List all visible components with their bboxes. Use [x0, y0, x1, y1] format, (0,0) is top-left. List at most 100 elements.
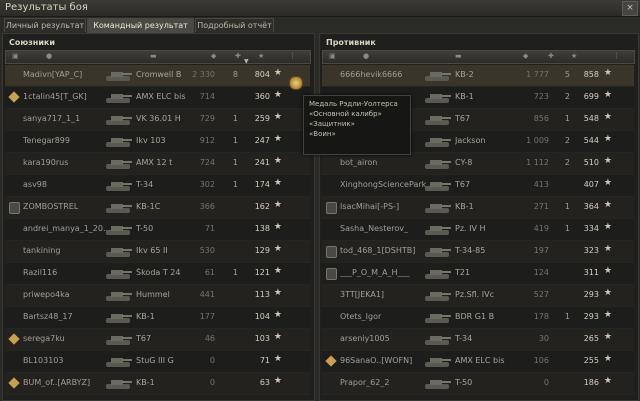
player-row[interactable]: IsacMihai[-PS-] KB-1 271 1 364 ★ — [322, 197, 634, 219]
damage-column-icon[interactable]: ◆ — [211, 52, 216, 60]
player-row[interactable]: 3TT[JEKA1] Pz.Sfl. IVc 527 293 ★ — [322, 285, 634, 307]
player-row[interactable]: sanya717_1_1 VK 36.01 H 729 1 259 ★ — [5, 109, 310, 131]
star-icon: ★ — [603, 68, 612, 78]
player-row[interactable]: Prapor_62_2 T-50 0 186 ★ — [322, 373, 634, 395]
platoon-column-icon[interactable]: ▣ — [329, 52, 336, 60]
kills-column-icon[interactable]: ✚ — [548, 52, 554, 60]
xp-value: 699 — [583, 92, 599, 101]
damage-value: 724 — [199, 158, 215, 167]
tank-column-icon[interactable]: ▬ — [150, 52, 157, 60]
xp-column-icon[interactable]: ★ — [571, 52, 577, 60]
tab-personal-result[interactable]: Личный результат — [4, 18, 86, 32]
star-icon: ★ — [273, 134, 282, 144]
tank-name: T67 — [136, 334, 152, 343]
player-row[interactable]: arseniy1005 T-34 30 265 ★ — [322, 329, 634, 351]
tank-icon — [103, 156, 133, 171]
star-icon: ★ — [273, 68, 282, 78]
tank-name: StuG III G — [136, 356, 174, 365]
player-row[interactable]: 6666hevik6666 KB-2 1 777 5 858 ★ — [322, 65, 634, 87]
player-row[interactable]: Sasha_Nesterov_ Pz. IV H 419 1 334 ★ — [322, 219, 634, 241]
player-row[interactable]: ZOMBOSTREL KB-1C 366 162 ★ — [5, 197, 310, 219]
player-column-icon[interactable]: ● — [363, 52, 369, 60]
player-name: BL103103 — [23, 356, 64, 365]
player-row[interactable]: kara190rus AMX 12 t 724 1 241 ★ — [5, 153, 310, 175]
player-row[interactable]: Tenegar899 Ikv 103 912 1 247 ★ — [5, 131, 310, 153]
star-icon: ★ — [603, 90, 612, 100]
tank-icon — [422, 244, 452, 259]
kills-value: 1 — [232, 180, 238, 189]
player-row[interactable]: XinghongSciencePark T67 413 407 ★ — [322, 175, 634, 197]
damage-value: 366 — [199, 202, 215, 211]
player-row[interactable]: andrei_manya_1_20.. T-50 71 138 ★ — [5, 219, 310, 241]
player-row[interactable]: BL103103 StuG III G 0 71 ★ — [5, 351, 310, 373]
player-row[interactable]: tankining Ikv 65 II 530 129 ★ — [5, 241, 310, 263]
platoon-column-icon[interactable]: ▣ — [12, 52, 19, 60]
player-row[interactable]: priwepo4ka Hummel 441 113 ★ — [5, 285, 310, 307]
tank-icon — [422, 200, 452, 215]
player-column-icon[interactable]: ● — [46, 52, 52, 60]
close-button[interactable]: × — [622, 1, 638, 16]
kills-value: 1 — [564, 312, 570, 321]
player-row[interactable]: Bartsz48_17 KB-1 177 104 ★ — [5, 307, 310, 329]
tank-icon — [422, 288, 452, 303]
player-row[interactable]: bot_airon CY-8 1 112 2 510 ★ — [322, 153, 634, 175]
star-icon: ★ — [603, 332, 612, 342]
enemies-table-header: ▣ ● ▬ ◆ ✚ ★ ⋮ — [322, 50, 635, 64]
player-row[interactable]: 96SanaO..[WOFN] AMX ELC bis 106 255 ★ — [322, 351, 634, 373]
damage-value: 0 — [209, 356, 215, 365]
player-name: bot_airon — [340, 158, 378, 167]
player-row[interactable]: ___P_O_M_A_H___ T21 124 311 ★ — [322, 263, 634, 285]
player-name: Bartsz48_17 — [23, 312, 73, 321]
damage-value: 1 777 — [526, 70, 549, 79]
xp-value: 311 — [583, 268, 599, 277]
player-row[interactable]: serega7ku T67 46 103 ★ — [5, 329, 310, 351]
damage-value: 124 — [533, 268, 549, 277]
kills-value: 1 — [232, 136, 238, 145]
tank-column-icon[interactable]: ▬ — [455, 52, 462, 60]
damage-column-icon[interactable]: ◆ — [523, 52, 528, 60]
player-name: asv98 — [23, 180, 47, 189]
star-icon: ★ — [273, 332, 282, 342]
damage-value: 30 — [538, 334, 549, 343]
player-row[interactable]: Razil116 Škoda T 24 61 1 121 ★ — [5, 263, 310, 285]
player-row[interactable]: tod_468_1[DSHTB] T-34-85 197 323 ★ — [322, 241, 634, 263]
kills-column-icon[interactable]: ✚ — [235, 52, 241, 60]
player-row[interactable]: BUM_of..[ARBYZ] KB-1 0 63 ★ — [5, 373, 310, 395]
tank-name: T-34 — [136, 180, 154, 189]
damage-value: 2 330 — [192, 70, 215, 79]
player-name: 6666hevik6666 — [340, 70, 403, 79]
tank-icon — [103, 222, 133, 237]
player-name: Sasha_Nesterov_ — [340, 224, 408, 233]
player-name: Madivn[YAP_C] — [23, 70, 83, 79]
star-icon: ★ — [273, 310, 282, 320]
tooltip-line: Медаль Рэдли-Уолтерса — [309, 100, 398, 108]
damage-value: 197 — [533, 246, 549, 255]
player-row[interactable]: Otets_Igor BDR G1 B 178 1 293 ★ — [322, 307, 634, 329]
player-row[interactable]: asv98 T-34 302 1 174 ★ — [5, 175, 310, 197]
star-icon: ★ — [273, 156, 282, 166]
tab-team-result[interactable]: Командный результат — [87, 18, 194, 33]
xp-column-icon[interactable]: ★ — [258, 52, 264, 60]
player-name: priwepo4ka — [23, 290, 70, 299]
tank-icon — [103, 90, 133, 105]
tab-detailed-report[interactable]: Подробный отчёт — [195, 18, 274, 32]
tank-icon — [103, 310, 133, 325]
options-column-icon[interactable]: ⋮ — [289, 52, 296, 60]
xp-value: 63 — [259, 378, 270, 387]
kills-value: 1 — [232, 114, 238, 123]
platoon-icon — [326, 268, 337, 280]
damage-value: 1 112 — [526, 158, 549, 167]
tank-icon — [422, 156, 452, 171]
options-column-icon[interactable]: ⋮ — [613, 52, 620, 60]
star-icon: ★ — [273, 266, 282, 276]
damage-value: 71 — [204, 224, 215, 233]
star-icon: ★ — [273, 90, 282, 100]
tank-name: AMX ELC bis — [136, 92, 186, 101]
tooltip-line: «Воин» — [309, 130, 336, 138]
squad-badge-icon — [8, 333, 20, 345]
player-name: 96SanaO..[WOFN] — [340, 356, 413, 365]
player-row[interactable]: Madivn[YAP_C] Cromwell B 2 330 8 804 ★ — [5, 65, 310, 87]
squad-badge-icon — [8, 377, 20, 389]
medal-icon[interactable] — [289, 76, 303, 90]
player-row[interactable]: 1ctalin45[T_GK] AMX ELC bis 714 360 ★ — [5, 87, 310, 109]
